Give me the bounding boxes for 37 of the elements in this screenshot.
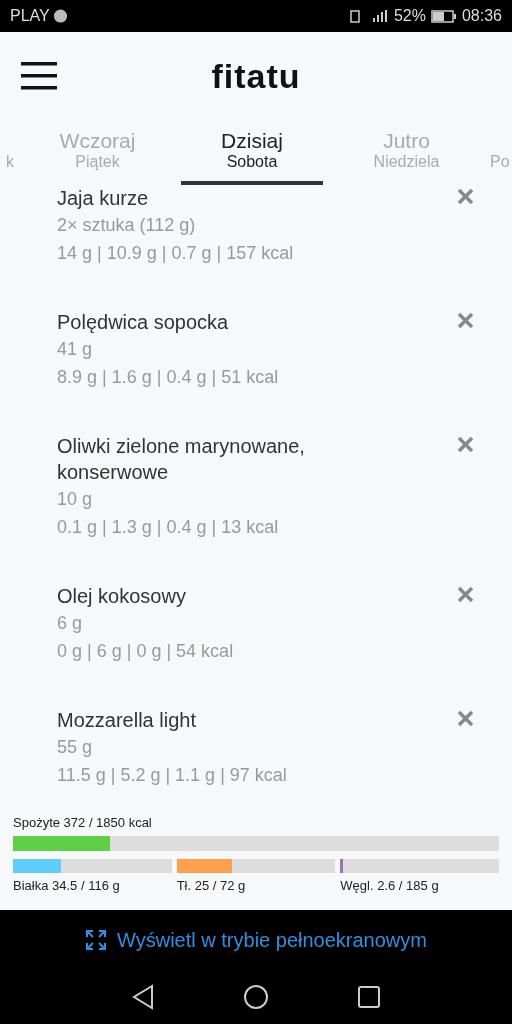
home-icon[interactable] [243,984,269,1010]
food-macros: 14 g | 10.9 g | 0.7 g | 157 kcal [57,242,295,265]
food-amount: 6 g [57,612,84,635]
close-icon[interactable] [457,710,474,727]
calories-label: Spożyte 372 / 1850 kcal [13,815,153,830]
message-icon [52,8,68,24]
food-macros: 0 g | 6 g | 0 g | 54 kcal [57,640,235,663]
close-icon[interactable] [457,188,474,205]
food-amount: 55 g [57,736,94,759]
close-icon[interactable] [457,436,474,453]
food-amount: 10 g [57,488,94,511]
food-name[interactable]: Polędwica sopocka [57,309,387,335]
macro-label: Węgl. 2.6 / 185 g [340,878,440,893]
battery-icon [430,9,457,23]
menu-icon[interactable] [21,62,57,90]
food-macros: 11.5 g | 5.2 g | 1.1 g | 97 kcal [57,764,288,787]
food-name[interactable]: Olej kokosowy [57,583,387,609]
food-amount: 41 g [57,338,94,361]
food-amount: 2× sztuka (112 g) [57,214,197,237]
app-logo: fitatu [211,56,301,96]
clock-text: 08:36 [461,7,502,25]
close-icon[interactable] [457,312,474,329]
carrier-text: PLAY [10,7,50,25]
macro-label: Tł. 25 / 72 g [176,878,247,893]
food-macros: 0.1 g | 1.3 g | 0.4 g | 13 kcal [57,516,280,539]
signal-icon [348,9,389,23]
macro-label: Białka 34.5 / 116 g [13,878,121,893]
day-tab[interactable]: Dzisiaj Sobota [181,129,323,185]
food-name[interactable]: Mozzarella light [57,707,387,733]
expand-icon [85,929,108,951]
battery-text: 52% [393,7,426,25]
food-macros: 8.9 g | 1.6 g | 0.4 g | 51 kcal [57,366,280,389]
recents-icon[interactable] [357,985,381,1009]
close-icon[interactable] [457,586,474,603]
food-name[interactable]: Oliwki zielone marynowane, konserwowe [57,433,387,485]
food-name[interactable]: Jaja kurze [57,185,387,211]
back-icon[interactable] [131,984,155,1010]
